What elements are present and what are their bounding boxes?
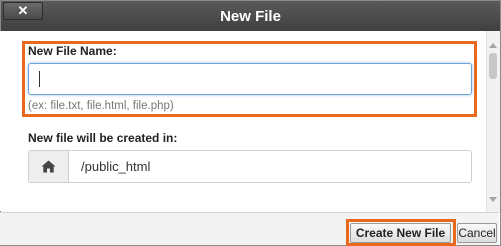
dialog-titlebar: New File ✕ [1, 1, 500, 32]
location-field: /public_html [28, 150, 472, 183]
dialog-scrollbar[interactable] [486, 31, 500, 212]
file-name-label: New File Name: [28, 44, 117, 58]
create-new-file-button[interactable]: Create New File [350, 223, 451, 243]
cancel-button[interactable]: Cancel [457, 223, 497, 243]
file-name-input[interactable] [28, 63, 472, 95]
home-icon [41, 160, 56, 173]
location-label: New file will be created in: [28, 131, 178, 145]
scroll-thumb[interactable] [489, 53, 497, 79]
location-path: /public_html [81, 159, 151, 174]
close-button[interactable]: ✕ [3, 2, 43, 20]
scroll-down-icon[interactable] [489, 197, 497, 202]
file-name-hint: (ex: file.txt, file.html, file.php) [28, 100, 174, 112]
home-addon [29, 151, 69, 182]
scroll-up-icon[interactable] [489, 43, 497, 48]
dialog-title: New File [220, 8, 281, 25]
text-caret [39, 71, 40, 87]
